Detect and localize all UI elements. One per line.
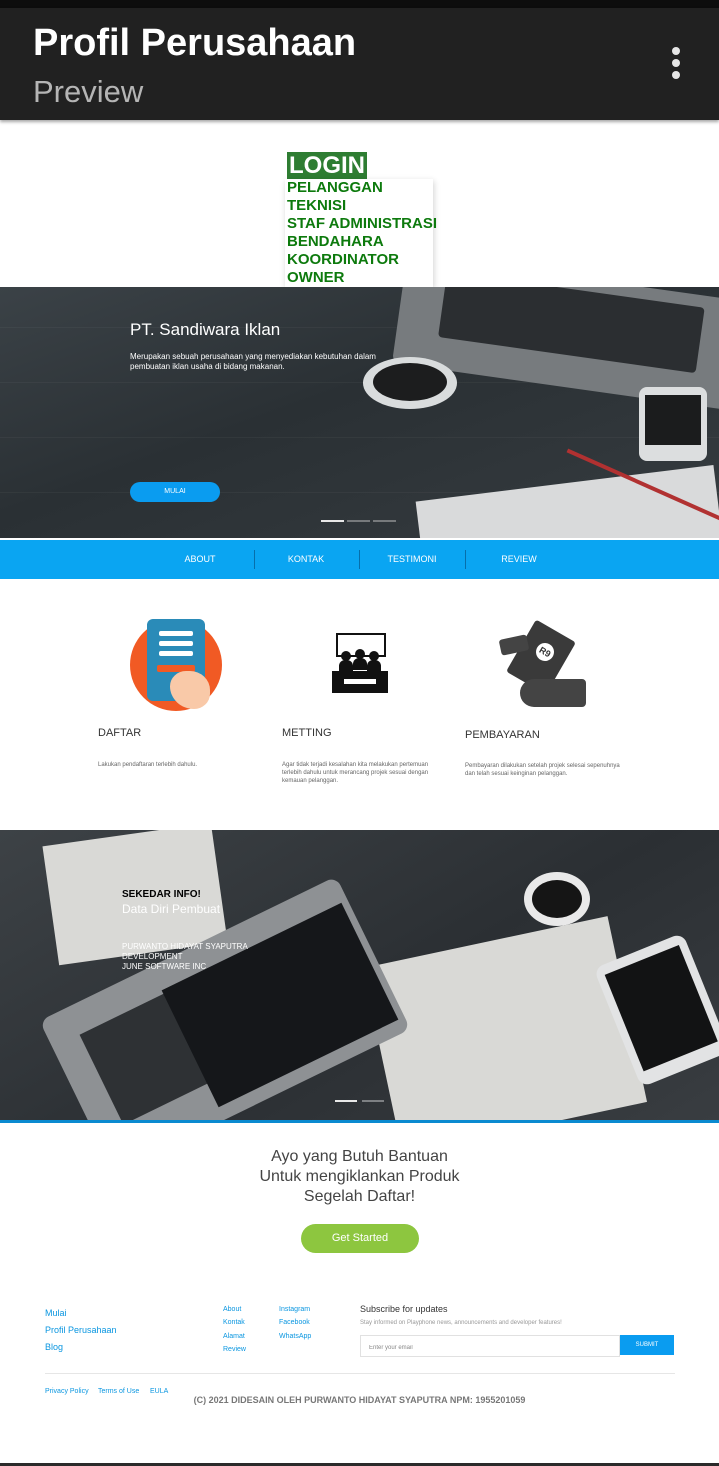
nav-kontak[interactable]: KONTAK — [266, 540, 346, 579]
nav-about[interactable]: ABOUT — [160, 540, 240, 579]
copyright-text: (C) 2021 DIDESAIN OLEH PURWANTO HIDAYAT … — [193, 1395, 526, 1405]
email-field-wrapper — [360, 1335, 620, 1358]
hero-description: Merupakan sebuah perusahaan yang menyedi… — [130, 352, 376, 371]
hero-carousel-indicators — [321, 520, 399, 538]
footer-link-facebook[interactable]: Facebook — [279, 1319, 310, 1326]
carousel-dot[interactable] — [347, 520, 370, 522]
info-title: Data Diri Pembuat — [122, 902, 221, 916]
login-item-koordinator[interactable]: KOORDINATOR — [285, 251, 433, 269]
service-desc-pembayaran: Pembayaran dilakukan setelah projek sele… — [465, 763, 620, 777]
service-title-pembayaran: PEMBAYARAN — [465, 729, 540, 741]
login-item-pelanggan[interactable]: PELANGGAN — [285, 179, 433, 197]
section-nav: ABOUT KONTAK TESTIMONI REVIEW — [0, 540, 719, 579]
cta-line: Untuk mengiklankan Produk — [259, 1168, 460, 1185]
service-desc-metting: Agar tidak terjadi kesalahan kita melaku… — [282, 762, 429, 784]
footer-link-eula[interactable]: EULA — [150, 1388, 168, 1395]
service-title-daftar: DAFTAR — [98, 727, 142, 739]
subscribe-title: Subscribe for updates — [360, 1304, 448, 1314]
service-desc-daftar: Lakukan pendaftaran terlebih dahulu. — [98, 762, 198, 768]
footer-link-whatsapp[interactable]: WhatsApp — [279, 1333, 311, 1340]
phone-image — [639, 387, 707, 461]
get-started-button[interactable]: Get Started — [301, 1224, 419, 1253]
info-banner — [0, 830, 719, 1123]
footer-link-about[interactable]: About — [223, 1306, 241, 1313]
nav-testimoni[interactable]: TESTIMONI — [372, 540, 452, 579]
login-item-staf-administrasi[interactable]: STAF ADMINISTRASI — [285, 215, 437, 233]
footer-divider — [45, 1373, 675, 1374]
mulai-button[interactable]: MULAI — [130, 482, 220, 502]
app-subtitle: Preview — [33, 74, 144, 109]
email-input[interactable] — [367, 1338, 611, 1358]
more-vert-icon[interactable] — [662, 44, 690, 84]
info-kicker: SEKEDAR INFO! — [122, 889, 201, 900]
carousel-dot[interactable] — [373, 520, 396, 522]
tablet-register-icon — [130, 619, 222, 711]
meeting-icon — [330, 633, 390, 695]
status-bar — [0, 0, 719, 8]
carousel-dot[interactable] — [335, 1100, 357, 1102]
cta-line: Ayo yang Butuh Bantuan — [271, 1148, 448, 1165]
footer-link-blog[interactable]: Blog — [45, 1342, 63, 1352]
footer-link-alamat[interactable]: Alamat — [223, 1333, 245, 1340]
subscribe-note: Stay informed on Playphone news, announc… — [360, 1320, 562, 1326]
footer-link-profil-perusahaan[interactable]: Profil Perusahaan — [45, 1325, 117, 1335]
notebook-image — [415, 465, 719, 538]
footer-link-kontak[interactable]: Kontak — [223, 1319, 245, 1326]
hero-banner — [0, 287, 719, 538]
nav-review[interactable]: REVIEW — [479, 540, 559, 579]
login-menu: PELANGGAN TEKNISI STAF ADMINISTRASI BEND… — [285, 179, 437, 287]
login-item-owner[interactable]: OWNER — [285, 269, 433, 287]
footer-link-mulai[interactable]: Mulai — [45, 1308, 67, 1318]
footer-link-privacy-policy[interactable]: Privacy Policy — [45, 1388, 89, 1395]
footer-link-review[interactable]: Review — [223, 1346, 246, 1353]
login-item-teknisi[interactable]: TEKNISI — [285, 197, 433, 215]
cta-line: Segelah Daftar! — [303, 1188, 416, 1205]
info-line: PURWANTO HIDAYAT SYAPUTRA — [122, 942, 248, 951]
service-title-metting: METTING — [282, 727, 332, 739]
coffee-cup-image — [524, 872, 590, 926]
hero-title: PT. Sandiwara Iklan — [130, 320, 281, 339]
footer-link-terms-of-use[interactable]: Terms of Use — [98, 1388, 139, 1395]
login-item-bendahara[interactable]: BENDAHARA — [285, 233, 433, 251]
app-bar: Profil Perusahaan Preview — [0, 8, 719, 120]
cta-heading: Ayo yang Butuh Bantuan Untuk mengiklanka… — [0, 1147, 719, 1207]
login-header[interactable]: LOGIN — [287, 152, 367, 179]
submit-button[interactable]: SUBMIT — [620, 1335, 674, 1355]
payment-icon: R9 — [498, 619, 588, 711]
info-line: DEVELOPMENT — [122, 952, 183, 961]
app-title: Profil Perusahaan — [33, 22, 357, 64]
footer-link-instagram[interactable]: Instagram — [279, 1306, 310, 1313]
carousel-dot[interactable] — [362, 1100, 384, 1102]
info-line: JUNE SOFTWARE INC — [122, 962, 207, 971]
info-carousel-indicators — [335, 1100, 389, 1118]
carousel-dot[interactable] — [321, 520, 344, 522]
